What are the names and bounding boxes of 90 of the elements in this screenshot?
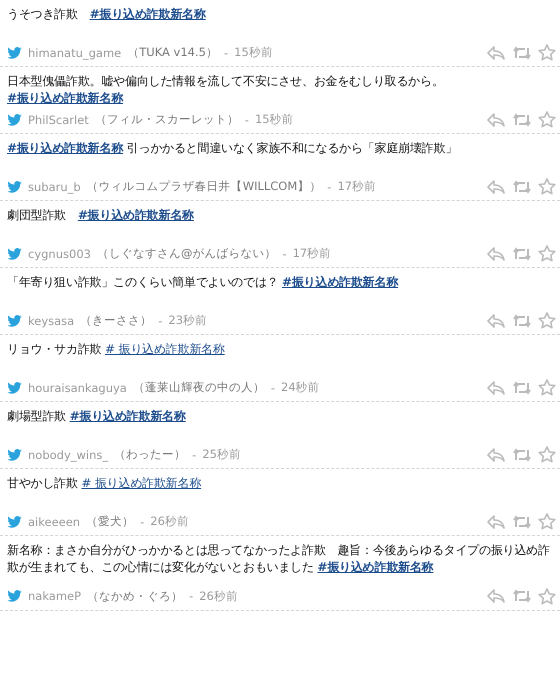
display-name: （なかめ・ぐろ） (87, 588, 184, 604)
timestamp[interactable]: 17秒前 (337, 179, 376, 194)
tweet-text: うそつき詐欺 #振り込め詐欺新名称 (7, 6, 207, 23)
timestamp[interactable]: 24秒前 (281, 380, 320, 395)
tweet-text: 新名称：まさか自分がひっかかるとは思ってなかったよ詐欺 趣旨：今後あらゆるタイプの振り込め詐欺が生まれても、この心情には変化がないとおもいました #振り込め詐欺新名称 (7, 542, 551, 576)
reply-icon[interactable] (486, 246, 506, 262)
display-name: （ウィルコムプラザ春日井【WILLCOM】） (86, 179, 322, 194)
timestamp[interactable]: 15秒前 (234, 45, 273, 60)
timestamp[interactable]: 26秒前 (199, 588, 238, 604)
separator-text: - (224, 46, 228, 60)
display-name: （わったー） (114, 447, 186, 462)
bird-icon (7, 382, 22, 394)
username[interactable]: houraisankaguya (28, 380, 127, 394)
hashtag-link[interactable]: #振り込め詐欺新名称 (7, 91, 124, 105)
hashtag-link[interactable]: #振り込め詐欺新名称 (70, 409, 186, 423)
hashtag-link[interactable]: #振り込め詐欺新名称 (282, 275, 398, 289)
retweet-icon[interactable] (512, 514, 532, 530)
bird-icon (7, 516, 22, 528)
display-name: （きーささ） (80, 313, 152, 328)
retweet-icon[interactable] (512, 446, 532, 462)
username[interactable]: nobody_wins_ (28, 448, 108, 462)
star-icon[interactable] (538, 245, 556, 262)
tweet-text: リョウ・サカ詐欺 # 振り込め詐欺新名称 (7, 341, 226, 358)
retweet-icon[interactable] (512, 44, 532, 60)
hashtag-link[interactable]: #振り込め詐欺新名称 (7, 141, 124, 155)
retweet-icon[interactable] (512, 112, 532, 128)
reply-icon[interactable] (486, 312, 506, 328)
star-icon[interactable] (538, 178, 556, 195)
hashtag-link[interactable]: #振り込め詐欺新名称 (317, 560, 434, 574)
hashtag-link[interactable]: #振り込め詐欺新名称 (90, 7, 206, 21)
display-name: （蓬莱山輝夜の中の人） (132, 380, 265, 395)
separator-text: - (192, 448, 196, 462)
reply-icon[interactable] (486, 44, 506, 60)
tweet-text: 劇団型詐欺 #振り込め詐欺新名称 (7, 207, 195, 224)
username[interactable]: PhilScarlet (28, 112, 89, 126)
display-name: （TUKA v14.5） (127, 45, 218, 60)
timestamp[interactable]: 23秒前 (168, 313, 208, 328)
tweet-text: #振り込め詐欺新名称 引っかかると間違いなく家族不和になるから「家庭崩壊詐欺」 (7, 140, 458, 157)
username[interactable]: aikeeeen (28, 514, 80, 528)
retweet-icon[interactable] (512, 312, 532, 328)
username[interactable]: cygnus003 (28, 246, 91, 260)
star-icon[interactable] (538, 513, 556, 530)
tweet-text: 劇場型詐欺 #振り込め詐欺新名称 (7, 408, 187, 425)
username[interactable]: keysasa (28, 314, 74, 328)
reply-icon[interactable] (486, 380, 506, 396)
hashtag-link[interactable]: #振り込め詐欺新名称 (78, 208, 194, 222)
reply-icon[interactable] (486, 112, 506, 128)
bird-icon (7, 590, 22, 602)
separator-text: - (327, 180, 332, 194)
retweet-icon[interactable] (512, 178, 532, 194)
tweet-text: 日本型傀儡詐欺。嘘や偏向した情報を流して不安にさせ、お金をむしり取るから。 #振り込め詐欺新名称 (7, 73, 445, 107)
reply-icon[interactable] (486, 178, 506, 194)
star-icon[interactable] (538, 44, 556, 61)
star-icon[interactable] (538, 111, 556, 128)
timestamp[interactable]: 17秒前 (292, 246, 332, 261)
display-name: （フィル・スカーレット） (94, 112, 239, 127)
bird-icon (7, 114, 22, 126)
bird-icon (7, 46, 22, 58)
separator-text: - (270, 380, 276, 394)
timestamp[interactable]: 25秒前 (202, 447, 241, 462)
hashtag-link[interactable]: # 振り込め詐欺新名称 (105, 342, 225, 356)
separator-text: - (189, 589, 194, 603)
tweet-text: 甘やかし詐欺 # 振り込め詐欺新名称 (7, 475, 202, 492)
star-icon[interactable] (538, 312, 556, 329)
star-icon[interactable] (538, 588, 556, 604)
timestamp[interactable]: 26秒前 (150, 514, 189, 529)
bird-icon (7, 448, 22, 460)
bird-icon (7, 180, 22, 192)
separator-text: - (158, 314, 162, 328)
bird-icon (7, 314, 22, 326)
retweet-icon[interactable] (512, 246, 532, 262)
retweet-icon[interactable] (512, 588, 532, 604)
display-name: （愛犬） (86, 514, 134, 529)
reply-icon[interactable] (486, 514, 506, 530)
separator-text: - (244, 112, 249, 126)
separator-text: - (282, 246, 287, 260)
username[interactable]: subaru_b (28, 180, 81, 194)
reply-icon[interactable] (486, 588, 506, 604)
username[interactable]: himanatu_game (28, 46, 122, 60)
separator-text: - (140, 514, 144, 528)
hashtag-link[interactable]: # 振り込め詐欺新名称 (81, 476, 202, 490)
reply-icon[interactable] (486, 446, 506, 462)
display-name: （しぐなすさん@がんばらない） (96, 246, 276, 261)
bird-icon (7, 248, 22, 260)
timestamp[interactable]: 15秒前 (254, 112, 294, 127)
star-icon[interactable] (538, 379, 556, 396)
username[interactable]: nakameP (28, 589, 82, 603)
star-icon[interactable] (538, 446, 556, 463)
tweet-text: 「年寄り狙い詐欺」このくらい簡単でよいのでは？ #振り込め詐欺新名称 (7, 274, 400, 291)
retweet-icon[interactable] (512, 380, 532, 396)
